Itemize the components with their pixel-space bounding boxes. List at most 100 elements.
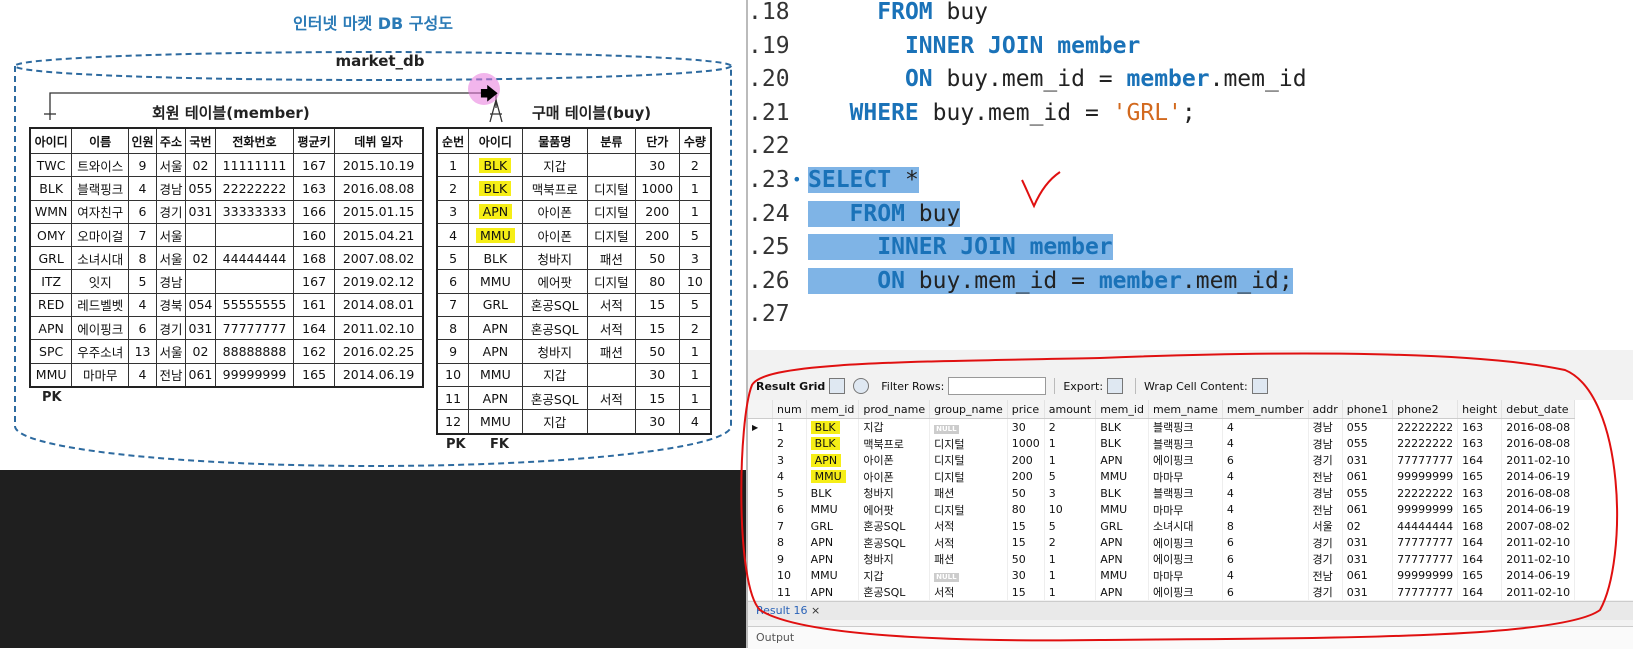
grid-cell[interactable]: 서적 — [929, 584, 1008, 600]
grid-column-header[interactable]: addr — [1308, 400, 1343, 419]
grid-cell[interactable]: 031 — [1342, 551, 1394, 568]
grid-cell[interactable]: 경기 — [1308, 534, 1343, 551]
grid-cell[interactable]: GRL — [1095, 518, 1149, 535]
grid-column-header[interactable]: mem_number — [1222, 400, 1309, 419]
grid-row[interactable]: 8 APN 혼공SQL 서적 15 2 APN 에이핑크 6 경기 031 77777777 164 20… — [748, 534, 1576, 551]
grid-cell[interactable]: 마마무 — [1148, 468, 1223, 485]
grid-column-header[interactable]: mem_name — [1148, 400, 1223, 419]
grid-cell[interactable]: 1 — [1044, 551, 1097, 568]
grid-row[interactable]: 4 MMU 아이폰 디지털 200 5 MMU 마마무 4 전남 061 99999999 165 201… — [748, 468, 1576, 485]
grid-cell[interactable]: 6 — [1222, 452, 1309, 469]
grid-cell[interactable]: 소녀시대 — [1148, 518, 1223, 535]
grid-cell[interactable]: 50 — [1007, 485, 1045, 502]
grid-cell[interactable]: 163 — [1457, 418, 1503, 436]
grid-cell[interactable]: 164 — [1457, 534, 1503, 551]
grid-cell[interactable]: 30 — [1007, 567, 1045, 584]
grid-cell[interactable]: 5 — [772, 485, 807, 502]
grid-cell[interactable]: 4 — [1222, 418, 1309, 436]
grid-cell[interactable]: 055 — [1342, 418, 1394, 436]
grid-cell[interactable]: 6 — [772, 501, 807, 518]
grid-cell[interactable]: 165 — [1457, 501, 1503, 518]
grid-cell[interactable]: APN — [806, 452, 860, 469]
export-icon[interactable] — [1107, 378, 1124, 394]
result-grid[interactable]: num mem_id prod_name group_name price amount m… — [748, 400, 1633, 600]
grid-cell[interactable]: 마마무 — [1148, 501, 1223, 518]
grid-row[interactable]: 7 GRL 혼공SQL 서적 15 5 GRL 소녀시대 8 서울 02 44444444 168 200… — [748, 518, 1576, 535]
grid-cell[interactable]: 2011-02-10 — [1501, 551, 1576, 568]
wrap-cell-icon[interactable] — [1251, 378, 1268, 394]
filter-rows-input[interactable] — [948, 377, 1047, 395]
grid-cell[interactable]: 80 — [1007, 501, 1045, 518]
grid-cell[interactable]: BLK — [806, 435, 860, 452]
grid-cell[interactable]: 200 — [1007, 468, 1045, 485]
grid-cell[interactable]: 7 — [772, 518, 807, 535]
grid-column-header[interactable]: height — [1457, 400, 1503, 419]
grid-cell[interactable]: 5 — [1044, 468, 1097, 485]
grid-cell[interactable]: APN — [1095, 584, 1149, 600]
grid-column-header[interactable]: mem_id — [1095, 400, 1149, 419]
grid-cell[interactable]: 2011-02-10 — [1501, 534, 1576, 551]
grid-cell[interactable]: 혼공SQL — [858, 584, 931, 600]
grid-cell[interactable]: 블랙핑크 — [1148, 435, 1223, 452]
grid-cell[interactable]: 44444444 — [1392, 518, 1459, 535]
grid-cell[interactable]: 15 — [1007, 518, 1045, 535]
grid-cell[interactable]: 디지털 — [929, 435, 1008, 452]
grid-column-header[interactable]: num — [772, 400, 807, 419]
grid-cell[interactable]: 163 — [1457, 485, 1503, 502]
grid-cell[interactable]: 2014-06-19 — [1501, 501, 1576, 518]
grid-cell[interactable]: 4 — [1222, 567, 1309, 584]
grid-cell[interactable]: 031 — [1342, 584, 1394, 600]
grid-cell[interactable]: 청바지 — [858, 551, 931, 568]
grid-cell[interactable]: 8 — [772, 534, 807, 551]
grid-cell[interactable]: 2 — [772, 435, 807, 452]
grid-cell[interactable]: 에이핑크 — [1148, 551, 1223, 568]
grid-cell[interactable]: 4 — [1222, 501, 1309, 518]
grid-cell[interactable]: 031 — [1342, 452, 1394, 469]
grid-column-header[interactable]: mem_id — [806, 400, 860, 419]
grid-cell[interactable]: 전남 — [1308, 468, 1343, 485]
close-tab-icon[interactable]: × — [811, 604, 820, 617]
grid-cell[interactable]: 10 — [1044, 501, 1097, 518]
grid-cell[interactable]: 2007-08-02 — [1501, 518, 1576, 535]
grid-cell[interactable]: 4 — [1222, 485, 1309, 502]
grid-cell[interactable]: 전남 — [1308, 567, 1343, 584]
grid-cell[interactable]: 031 — [1342, 534, 1394, 551]
grid-row[interactable]: 3 APN 아이폰 디지털 200 1 APN 에이핑크 6 경기 031 77777777 164 20… — [748, 452, 1576, 469]
grid-cell[interactable]: 3 — [772, 452, 807, 469]
grid-cell[interactable]: 디지털 — [929, 452, 1008, 469]
grid-cell[interactable]: 블랙핑크 — [1148, 418, 1223, 436]
grid-cell[interactable]: 서울 — [1308, 518, 1343, 535]
grid-cell[interactable]: BLK — [806, 418, 860, 436]
grid-cell[interactable]: 77777777 — [1392, 551, 1459, 568]
grid-cell[interactable]: BLK — [1095, 418, 1149, 436]
grid-cell[interactable]: 163 — [1457, 435, 1503, 452]
grid-cell[interactable]: 블랙핑크 — [1148, 485, 1223, 502]
grid-view-icon[interactable] — [829, 378, 846, 394]
grid-cell[interactable]: 에이핑크 — [1148, 584, 1223, 600]
grid-cell[interactable]: 8 — [1222, 518, 1309, 535]
grid-cell[interactable]: 2011-02-10 — [1501, 452, 1576, 469]
refresh-icon[interactable] — [853, 378, 870, 394]
grid-cell[interactable]: 에어팟 — [858, 501, 931, 518]
grid-cell[interactable]: 패션 — [929, 551, 1008, 568]
grid-cell[interactable]: 6 — [1222, 551, 1309, 568]
grid-row[interactable]: 6 MMU 에어팟 디지털 80 10 MMU 마마무 4 전남 061 99999999 165 201… — [748, 501, 1576, 518]
grid-cell[interactable]: 22222222 — [1392, 435, 1459, 452]
grid-row[interactable]: 11 APN 혼공SQL 서적 15 1 APN 에이핑크 6 경기 031 77777777 164 2… — [748, 584, 1576, 600]
grid-cell[interactable]: 아이폰 — [858, 452, 931, 469]
grid-cell[interactable]: 4 — [1222, 468, 1309, 485]
grid-cell[interactable]: 패션 — [929, 485, 1008, 502]
grid-column-header[interactable]: amount — [1044, 400, 1097, 419]
grid-cell[interactable]: 2016-08-08 — [1501, 435, 1576, 452]
grid-cell[interactable]: APN — [1095, 534, 1149, 551]
result-tab[interactable]: Result 16 × — [756, 604, 820, 617]
grid-cell[interactable]: 혼공SQL — [858, 534, 931, 551]
grid-cell[interactable]: 에이핑크 — [1148, 452, 1223, 469]
grid-cell[interactable]: 055 — [1342, 435, 1394, 452]
grid-cell[interactable]: 10 — [772, 567, 807, 584]
grid-cell[interactable]: 1 — [1044, 584, 1097, 600]
grid-cell[interactable]: 2 — [1044, 418, 1097, 436]
grid-column-header[interactable]: phone2 — [1392, 400, 1459, 419]
grid-cell[interactable]: BLK — [806, 485, 860, 502]
grid-cell[interactable]: 77777777 — [1392, 452, 1459, 469]
